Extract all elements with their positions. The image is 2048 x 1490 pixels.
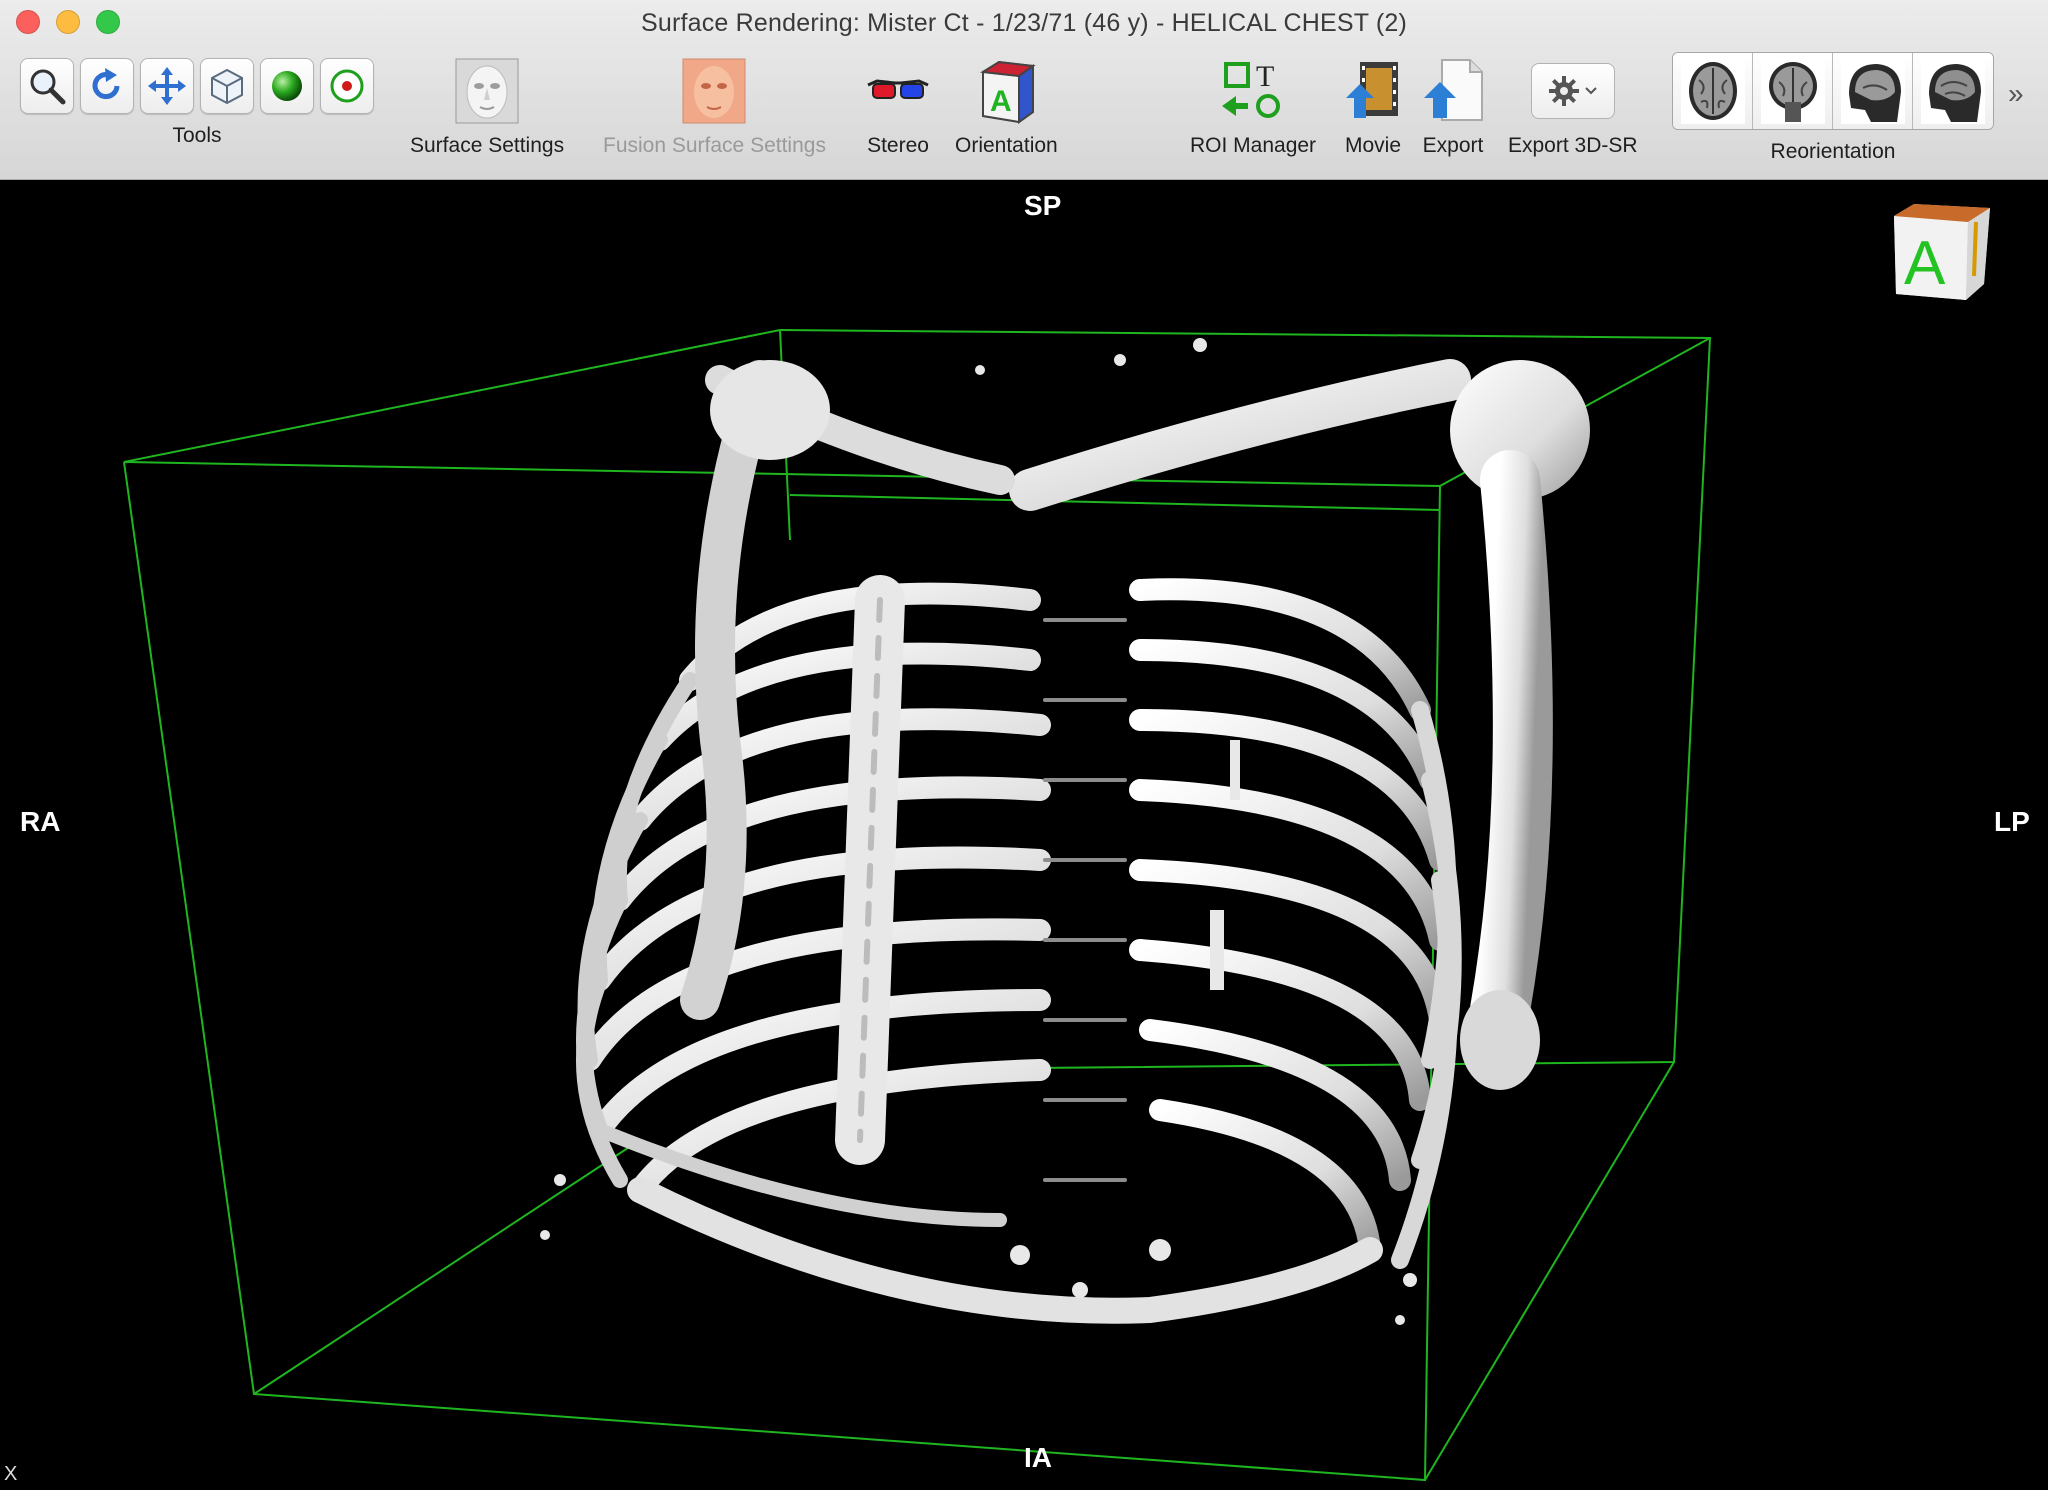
reorient-coronal-button[interactable] bbox=[1753, 53, 1833, 129]
target-point-icon bbox=[330, 69, 364, 103]
fusion-surface-settings-label: Fusion Surface Settings bbox=[603, 134, 826, 157]
orientation-cube-icon: A bbox=[973, 58, 1039, 124]
orientation-label-right: LP bbox=[1994, 806, 2030, 837]
reorient-sagittal-alt-button[interactable] bbox=[1913, 53, 1993, 129]
surface-rendering-window: Surface Rendering: Mister Ct - 1/23/71 (… bbox=[0, 0, 2048, 1490]
green-sphere-icon bbox=[272, 71, 302, 101]
orientation-button[interactable]: A Orientation bbox=[955, 58, 1058, 158]
3d-glasses-icon bbox=[865, 58, 931, 124]
reorient-axial-button[interactable] bbox=[1673, 53, 1753, 129]
brain-axial-icon bbox=[1680, 58, 1745, 124]
film-export-icon bbox=[1340, 58, 1406, 124]
surface-settings-button[interactable]: Surface Settings bbox=[410, 58, 564, 158]
orientation-label-bottom: IA bbox=[1024, 1442, 1052, 1473]
fusion-face-icon bbox=[681, 58, 747, 124]
tools-label: Tools bbox=[172, 124, 222, 147]
roi-manager-label: ROI Manager bbox=[1190, 134, 1317, 157]
move-tool-button[interactable] bbox=[140, 58, 194, 114]
orientation-cube-widget[interactable]: A bbox=[1888, 200, 1992, 304]
orientation-label: Orientation bbox=[955, 134, 1058, 157]
orientation-label-left: RA bbox=[20, 806, 61, 837]
export-button[interactable]: Export bbox=[1420, 58, 1486, 158]
stereo-label: Stereo bbox=[867, 134, 929, 157]
rotate-tool-button[interactable] bbox=[80, 58, 134, 114]
surface-settings-label: Surface Settings bbox=[410, 134, 565, 157]
cube-icon bbox=[211, 68, 243, 105]
export-3dsr-label: Export 3D-SR bbox=[1508, 134, 1638, 157]
face-mask-icon bbox=[454, 58, 520, 124]
brain-sagittal-icon bbox=[1840, 58, 1905, 124]
magnifier-icon bbox=[30, 69, 66, 105]
fusion-surface-settings-button[interactable]: Fusion Surface Settings bbox=[603, 58, 826, 158]
export-3dsr-menu[interactable] bbox=[1530, 63, 1615, 119]
movie-label: Movie bbox=[1344, 134, 1402, 157]
gear-icon bbox=[1548, 76, 1579, 106]
brain-sagittal-alt-icon bbox=[1921, 58, 1985, 124]
window-title: Surface Rendering: Mister Ct - 1/23/71 (… bbox=[640, 9, 1408, 37]
surface-render-viewport[interactable]: A SP IA RA LP X bbox=[0, 180, 2048, 1490]
sphere-tool-button[interactable] bbox=[260, 58, 314, 114]
reorientation-label: Reorientation bbox=[1770, 140, 1896, 163]
crop-cube-tool-button[interactable] bbox=[200, 58, 254, 114]
rendering-canvas[interactable] bbox=[0, 180, 2048, 1490]
viewport-corner-label: X bbox=[4, 1463, 18, 1485]
roi-shapes-icon: T bbox=[1220, 58, 1286, 124]
bounding-box bbox=[123, 329, 1712, 1482]
orientation-label-top: SP bbox=[1024, 190, 1062, 221]
reorient-sagittal-button[interactable] bbox=[1833, 53, 1913, 129]
export-label: Export bbox=[1422, 134, 1484, 157]
brain-coronal-icon bbox=[1760, 58, 1825, 124]
rotate-icon bbox=[92, 68, 120, 100]
export-document-icon bbox=[1420, 58, 1486, 124]
stereo-button[interactable]: Stereo bbox=[865, 58, 931, 158]
svg-text:A: A bbox=[990, 85, 1012, 118]
move-icon bbox=[148, 67, 186, 105]
orientation-cube-letter: A bbox=[1904, 229, 1946, 298]
window-toolbar: Surface Rendering: Mister Ct - 1/23/71 (… bbox=[0, 0, 2048, 180]
chevron-down-icon bbox=[1585, 87, 1597, 95]
point-tool-button[interactable] bbox=[320, 58, 374, 114]
export-3dsr-button[interactable]: Export 3D-SR bbox=[1508, 58, 1638, 158]
toolbar-overflow-button[interactable]: » bbox=[2008, 78, 2024, 110]
movie-button[interactable]: Movie bbox=[1340, 58, 1406, 158]
zoom-tool-button[interactable] bbox=[20, 58, 74, 114]
tools-group: Tools bbox=[20, 58, 374, 148]
svg-text:T: T bbox=[1256, 60, 1274, 93]
reorientation-group: Reorientation bbox=[1672, 52, 1994, 164]
roi-manager-button[interactable]: T ROI Manager bbox=[1190, 58, 1316, 158]
